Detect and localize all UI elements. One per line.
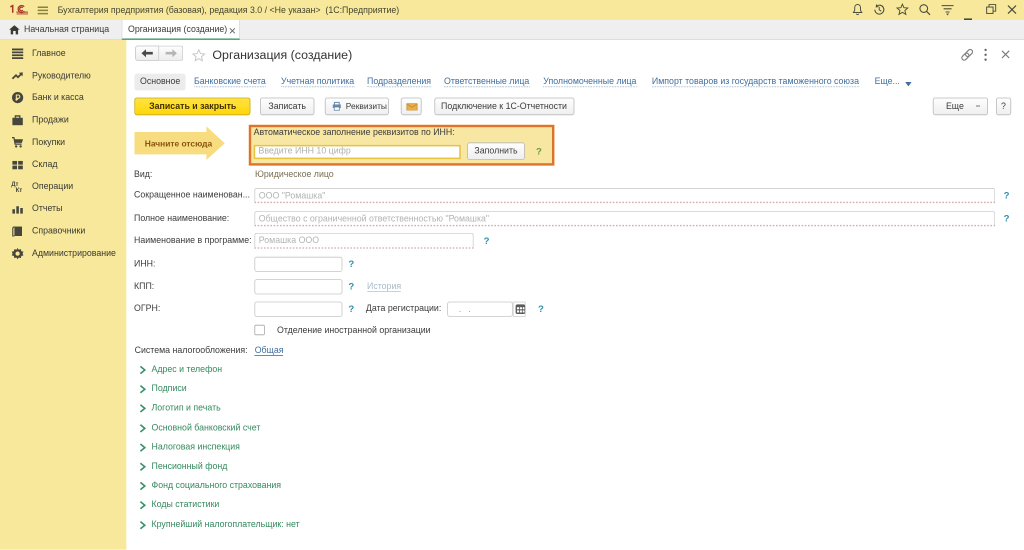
svg-text:Начните отсюда: Начните отсюда	[144, 138, 212, 148]
svg-text:Кт: Кт	[16, 188, 23, 193]
